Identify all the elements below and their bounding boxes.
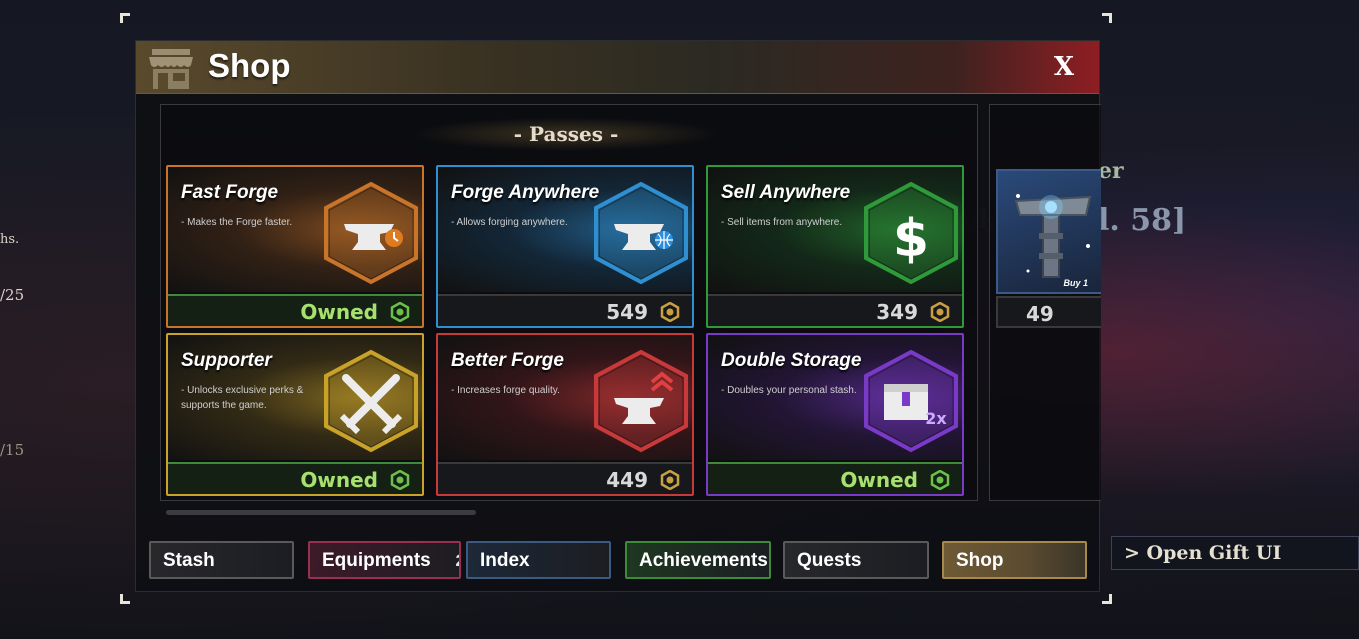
frame-corner (120, 13, 130, 23)
pass-price: 549 (606, 300, 648, 324)
tab-shop[interactable]: Shop (942, 541, 1087, 579)
tab-stash[interactable]: Stash (149, 541, 294, 579)
owned-badge-icon (930, 469, 950, 491)
pass-card-forge-anywhere[interactable]: Forge Anywhere - Allows forging anywhere.… (436, 165, 694, 328)
tab-label: Shop (956, 550, 1004, 571)
pass-card-sell-anywhere[interactable]: Sell Anywhere - Sell items from anywhere.… (706, 165, 964, 328)
coin-icon (660, 301, 680, 323)
side-item-card[interactable]: Buy 1 (996, 169, 1101, 294)
horizontal-scrollbar[interactable] (166, 510, 476, 515)
close-button[interactable]: X (1048, 51, 1080, 83)
pass-price-bar[interactable]: 449 (438, 462, 692, 494)
tab-label: Achievements (639, 550, 768, 571)
pass-price-bar[interactable]: Owned (168, 462, 422, 494)
pass-name: Supporter (181, 350, 272, 371)
frame-corner (1102, 594, 1112, 604)
frame-corner (1102, 13, 1112, 23)
pass-card-double-storage[interactable]: Double Storage - Doubles your personal st… (706, 333, 964, 496)
pass-description: - Makes the Forge faster. (181, 217, 293, 228)
svg-text:2x: 2x (925, 409, 947, 428)
tab-label: Index (480, 550, 530, 571)
title-bar: Shop X (136, 41, 1099, 94)
pass-name: Fast Forge (181, 182, 279, 203)
tab-label: Quests (797, 550, 862, 571)
side-item-buy-label: Buy 1 (1063, 278, 1088, 288)
crossed-swords-icon (316, 348, 422, 454)
tab-equipments[interactable]: Equipments 2 (308, 541, 461, 579)
dollar-sign-icon: $ (856, 180, 962, 286)
pass-name: Sell Anywhere (721, 182, 851, 203)
pass-price-bar[interactable]: 549 (438, 294, 692, 326)
tab-label: Equipments (322, 550, 431, 571)
pass-card-supporter[interactable]: Supporter - Unlocks exclusive perks & sup… (166, 333, 424, 496)
section-title: - Passes - (411, 117, 721, 151)
pass-card-fast-forge[interactable]: Fast Forge - Makes the Forge faster. Owned (166, 165, 424, 328)
tab-index[interactable]: Index (466, 541, 611, 579)
background-header-fragment: er (1098, 158, 1124, 184)
tab-label: Stash (163, 550, 215, 571)
tab-badge: 2 (456, 543, 459, 577)
hud-fragment: hs. (0, 232, 20, 247)
frame-corner (120, 594, 130, 604)
hammer-icon (998, 171, 1101, 292)
window-title: Shop (208, 47, 291, 84)
pass-price-bar[interactable]: 349 (708, 294, 962, 326)
passes-panel: - Passes - Fast Forge - Makes the Forge f… (160, 104, 978, 515)
svg-text:$: $ (893, 209, 929, 269)
pass-name: Forge Anywhere (451, 182, 600, 203)
pass-name: Double Storage (721, 350, 862, 371)
pass-description: - Unlocks exclusive perks & supports the… (181, 385, 304, 411)
storage-2x-icon: 2x (856, 348, 962, 454)
pass-price-bar[interactable]: Owned (708, 462, 962, 494)
tab-achievements[interactable]: Achievements (625, 541, 771, 579)
side-panel-partial: Buy 1 49 (989, 104, 1101, 501)
shop-storefront-icon (144, 45, 198, 91)
background-level-fragment: l. 58] (1098, 203, 1187, 238)
coin-icon (930, 301, 950, 323)
pass-card-better-forge[interactable]: Better Forge - Increases forge quality. 44… (436, 333, 694, 496)
pass-description: - Increases forge quality. (451, 385, 560, 396)
pass-description: - Allows forging anywhere. (451, 217, 568, 228)
side-item-price: 49 (1026, 302, 1054, 326)
pass-description: - Sell items from anywhere. (721, 217, 843, 228)
pass-price: Owned (840, 468, 918, 492)
pass-name: Better Forge (451, 350, 564, 371)
anvil-globe-icon (586, 180, 692, 286)
pass-description: - Doubles your personal stash. (721, 385, 857, 396)
anvil-clock-icon (316, 180, 422, 286)
pass-price: Owned (300, 300, 378, 324)
coin-icon (660, 469, 680, 491)
tab-quests[interactable]: Quests (783, 541, 929, 579)
anvil-upgrade-icon (586, 348, 692, 454)
owned-badge-icon (390, 469, 410, 491)
pass-price: Owned (300, 468, 378, 492)
open-gift-button[interactable]: > Open Gift UI (1111, 536, 1359, 570)
pass-price: 449 (606, 468, 648, 492)
pass-price: 349 (876, 300, 918, 324)
owned-badge-icon (390, 301, 410, 323)
hud-fragment: /15 (0, 441, 25, 459)
side-item-price-bar[interactable]: 49 (996, 296, 1101, 328)
hud-fragment: /25 (0, 286, 25, 304)
pass-price-bar[interactable]: Owned (168, 294, 422, 326)
shop-window: Shop X - Passes - Fast Forge - Makes the … (135, 40, 1101, 592)
